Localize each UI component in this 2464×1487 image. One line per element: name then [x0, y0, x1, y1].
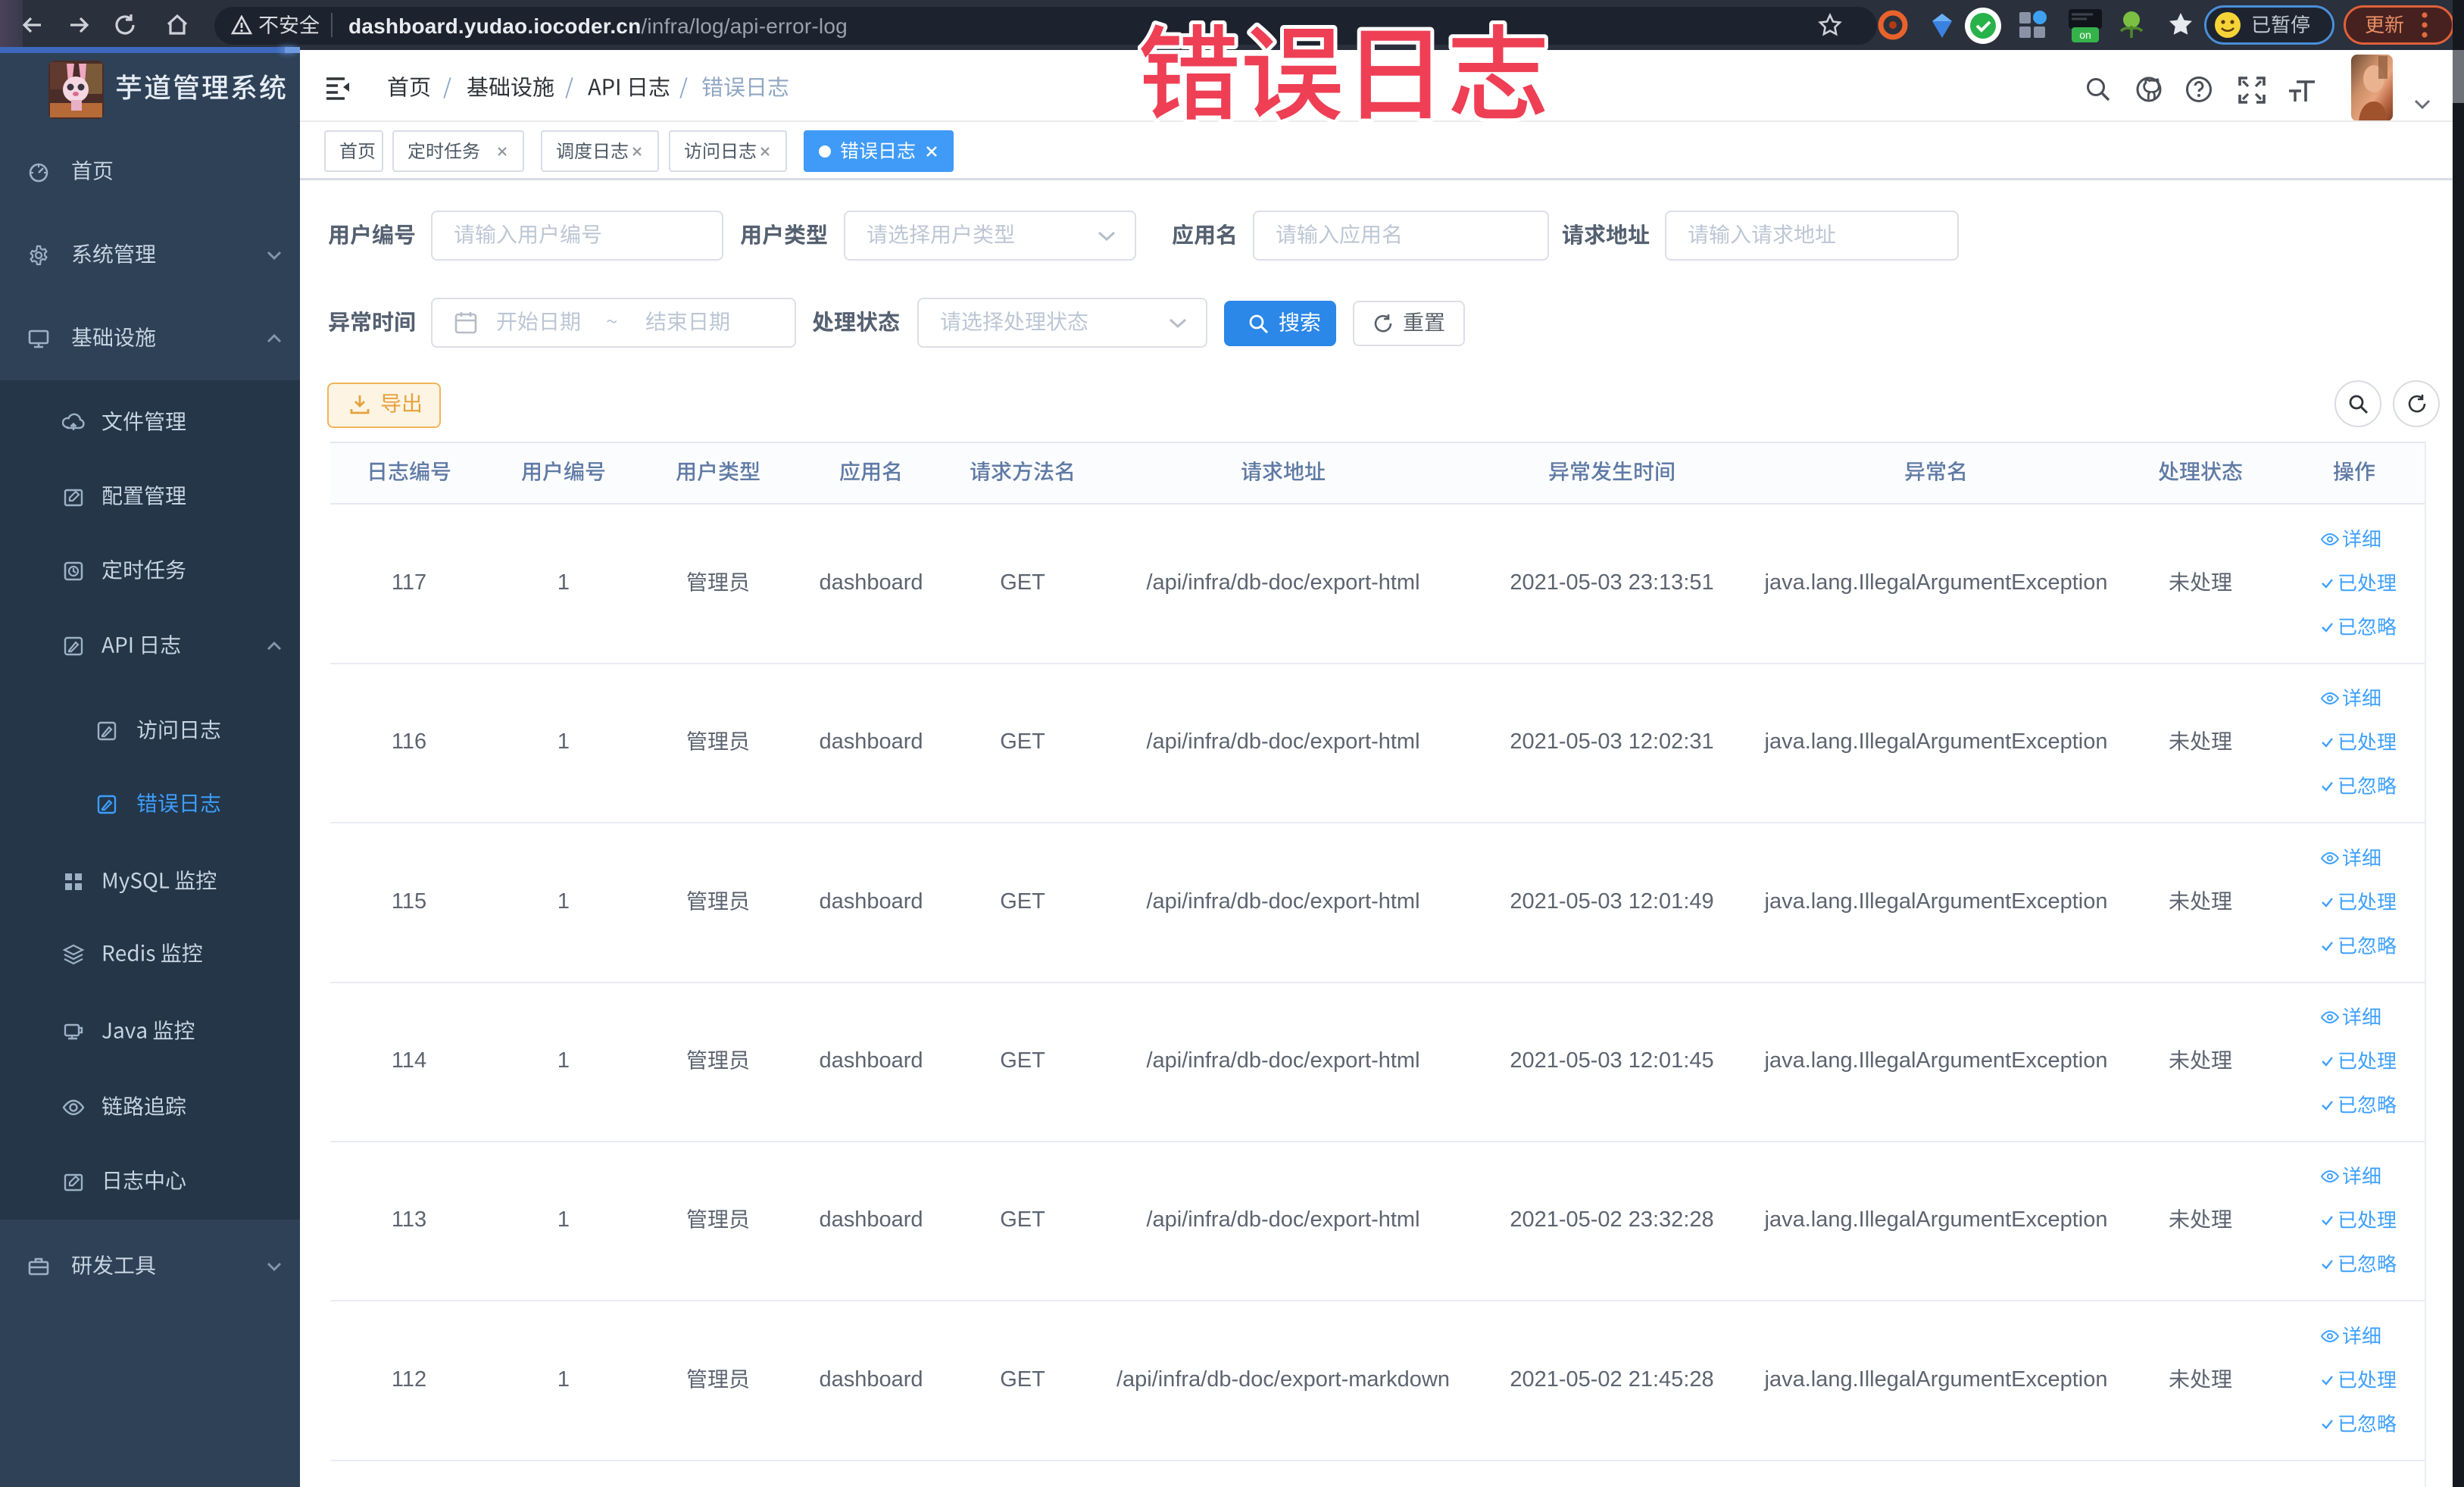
svg-text:on: on	[2079, 29, 2091, 41]
